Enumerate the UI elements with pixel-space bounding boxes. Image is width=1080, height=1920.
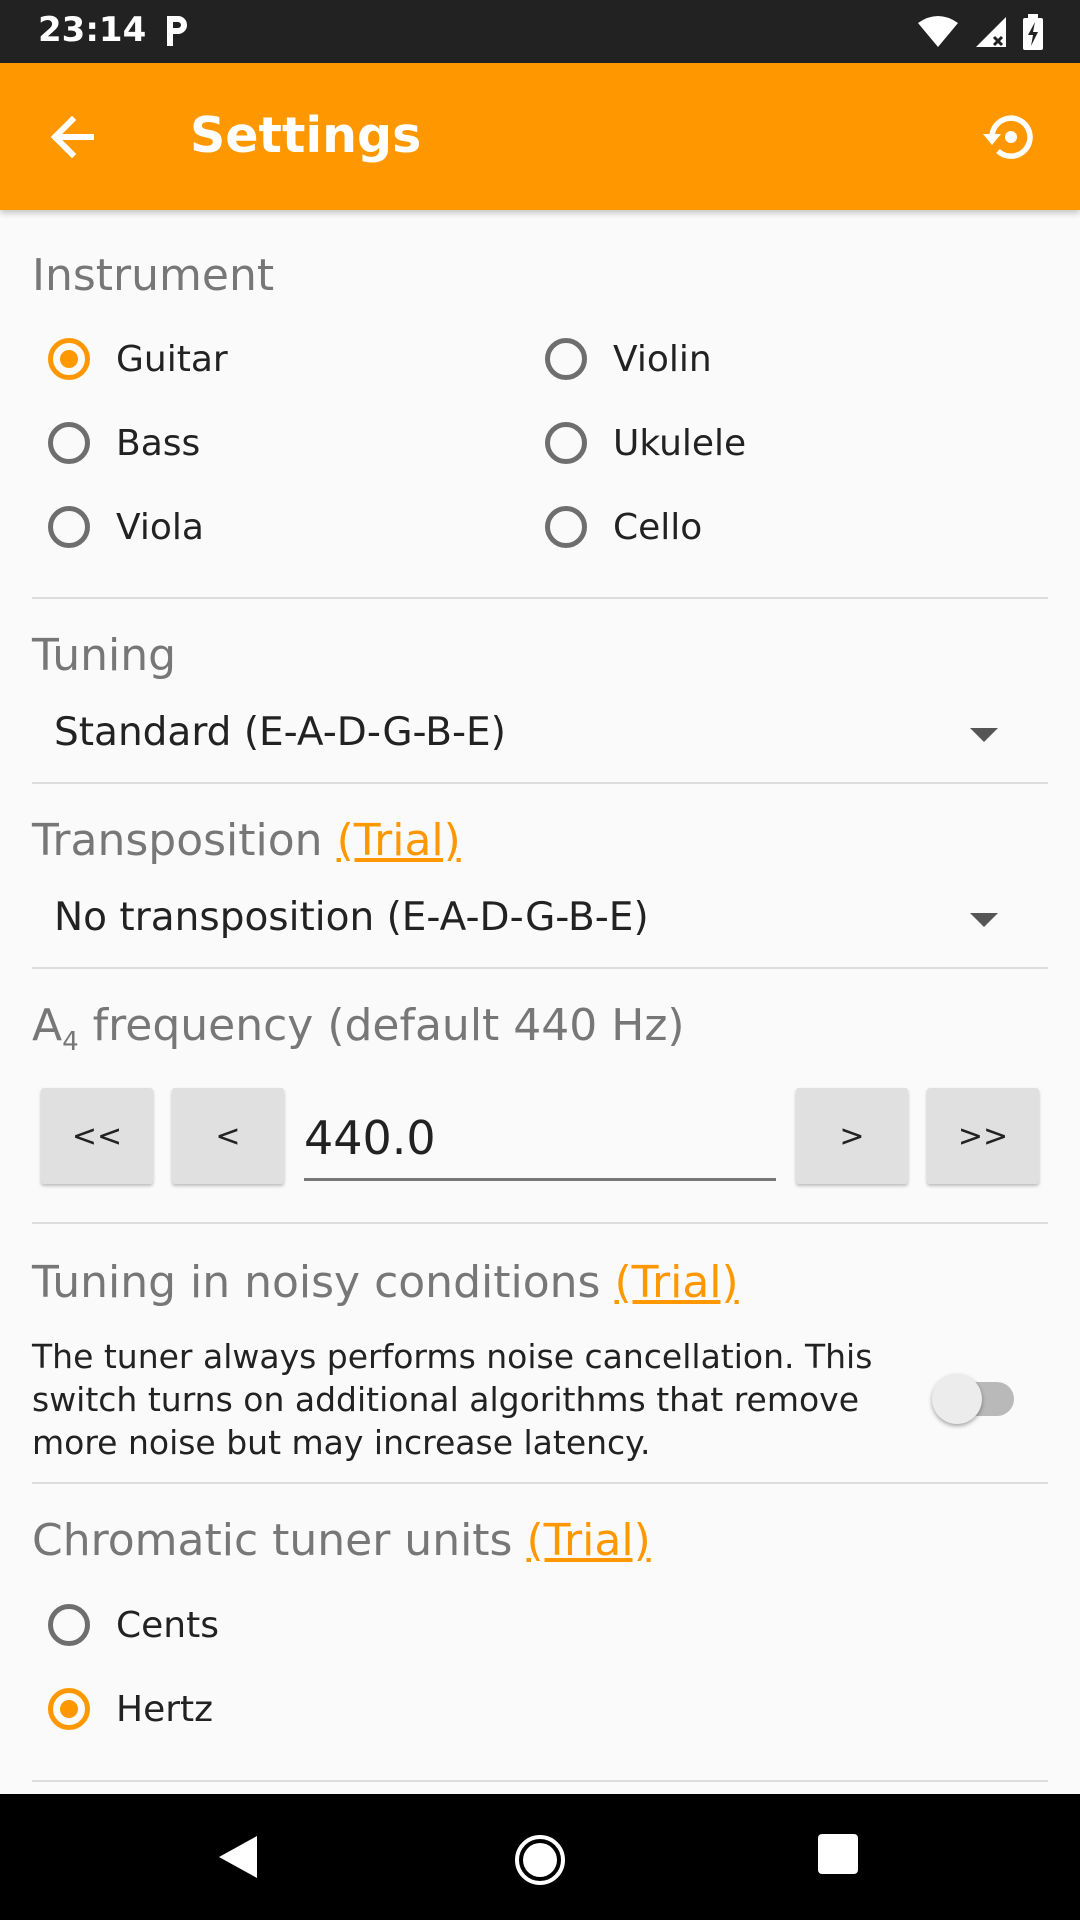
radio-label: Hertz	[116, 1688, 214, 1730]
radio-circle	[48, 1604, 90, 1646]
increase-large-button[interactable]: >>	[927, 1088, 1039, 1184]
trial-link[interactable]: (Trial)	[337, 815, 461, 866]
increase-button[interactable]: >	[796, 1088, 908, 1184]
tuning-dropdown[interactable]: Standard (E-A-D-G-B-E)	[54, 710, 506, 755]
radio-guitar[interactable]: Guitar	[48, 338, 228, 380]
app-bar: Settings	[0, 63, 1080, 210]
radio-viola[interactable]: Viola	[48, 506, 204, 548]
noisy-description: The tuner always performs noise cancella…	[32, 1337, 873, 1462]
nav-back-button[interactable]	[213, 1832, 263, 1882]
frequency-title-prefix: A	[32, 1000, 63, 1051]
chromatic-label: Chromatic tuner units	[32, 1515, 513, 1566]
battery-charging-icon	[1022, 14, 1044, 54]
divider	[32, 597, 1048, 599]
noisy-section-title: Tuning in noisy conditions (Trial)	[32, 1257, 739, 1308]
radio-label: Bass	[116, 422, 201, 464]
instrument-section-title: Instrument	[32, 250, 275, 301]
page-title: Settings	[190, 107, 422, 164]
parking-icon	[163, 12, 191, 54]
trial-link[interactable]: (Trial)	[526, 1515, 650, 1566]
reset-button[interactable]	[980, 107, 1040, 167]
radio-label: Cello	[613, 506, 703, 548]
radio-cello[interactable]: Cello	[545, 506, 702, 548]
frequency-input[interactable]: 440.0	[304, 1098, 776, 1181]
frequency-title-rest: frequency (default 440 Hz)	[78, 1000, 685, 1051]
radio-circle	[545, 338, 587, 380]
trial-link[interactable]: (Trial)	[614, 1257, 738, 1308]
back-button[interactable]	[46, 110, 100, 164]
switch-thumb	[932, 1374, 982, 1424]
radio-cents[interactable]: Cents	[48, 1604, 219, 1646]
radio-bass[interactable]: Bass	[48, 422, 200, 464]
radio-label: Violin	[613, 338, 712, 380]
radio-circle	[545, 506, 587, 548]
chromatic-section-title: Chromatic tuner units (Trial)	[32, 1515, 651, 1566]
radio-circle	[48, 1688, 90, 1730]
decrease-button[interactable]: <	[172, 1088, 284, 1184]
divider	[32, 1222, 1048, 1224]
nav-recents-button[interactable]	[816, 1832, 866, 1882]
dropdown-arrow-icon	[970, 913, 998, 927]
decrease-large-button[interactable]: <<	[41, 1088, 153, 1184]
tuning-section-title: Tuning	[32, 630, 177, 681]
transposition-label: Transposition	[32, 815, 323, 866]
radio-ukulele[interactable]: Ukulele	[545, 422, 746, 464]
back-triangle-icon	[219, 1836, 257, 1878]
radio-violin[interactable]: Violin	[545, 338, 712, 380]
noisy-label: Tuning in noisy conditions	[32, 1257, 601, 1308]
recents-square-icon	[818, 1834, 858, 1874]
arrow-left-icon	[50, 115, 94, 159]
radio-hertz[interactable]: Hertz	[48, 1688, 213, 1730]
restore-icon	[983, 115, 1033, 159]
nav-home-button[interactable]	[512, 1832, 565, 1885]
radio-label: Ukulele	[613, 422, 747, 464]
cell-signal-icon	[974, 15, 1008, 53]
status-bar: 23:14	[0, 0, 1080, 63]
divider	[32, 1780, 1048, 1782]
radio-label: Viola	[116, 506, 204, 548]
home-circle-icon	[515, 1835, 565, 1885]
wifi-icon	[916, 15, 960, 53]
radio-circle	[545, 422, 587, 464]
radio-label: Cents	[116, 1604, 219, 1646]
radio-circle	[48, 422, 90, 464]
transposition-dropdown[interactable]: No transposition (E-A-D-G-B-E)	[54, 895, 649, 940]
divider	[32, 782, 1048, 784]
radio-circle	[48, 338, 90, 380]
navigation-bar	[0, 1794, 1080, 1920]
divider	[32, 1482, 1048, 1484]
radio-circle	[48, 506, 90, 548]
frequency-section-title: A4 frequency (default 440 Hz)	[32, 1000, 685, 1057]
transposition-section-title: Transposition (Trial)	[32, 815, 461, 866]
frequency-title-subscript: 4	[62, 1026, 79, 1057]
divider	[32, 967, 1048, 969]
status-time: 23:14	[38, 10, 147, 50]
dropdown-arrow-icon	[970, 728, 998, 742]
radio-label: Guitar	[116, 338, 228, 380]
